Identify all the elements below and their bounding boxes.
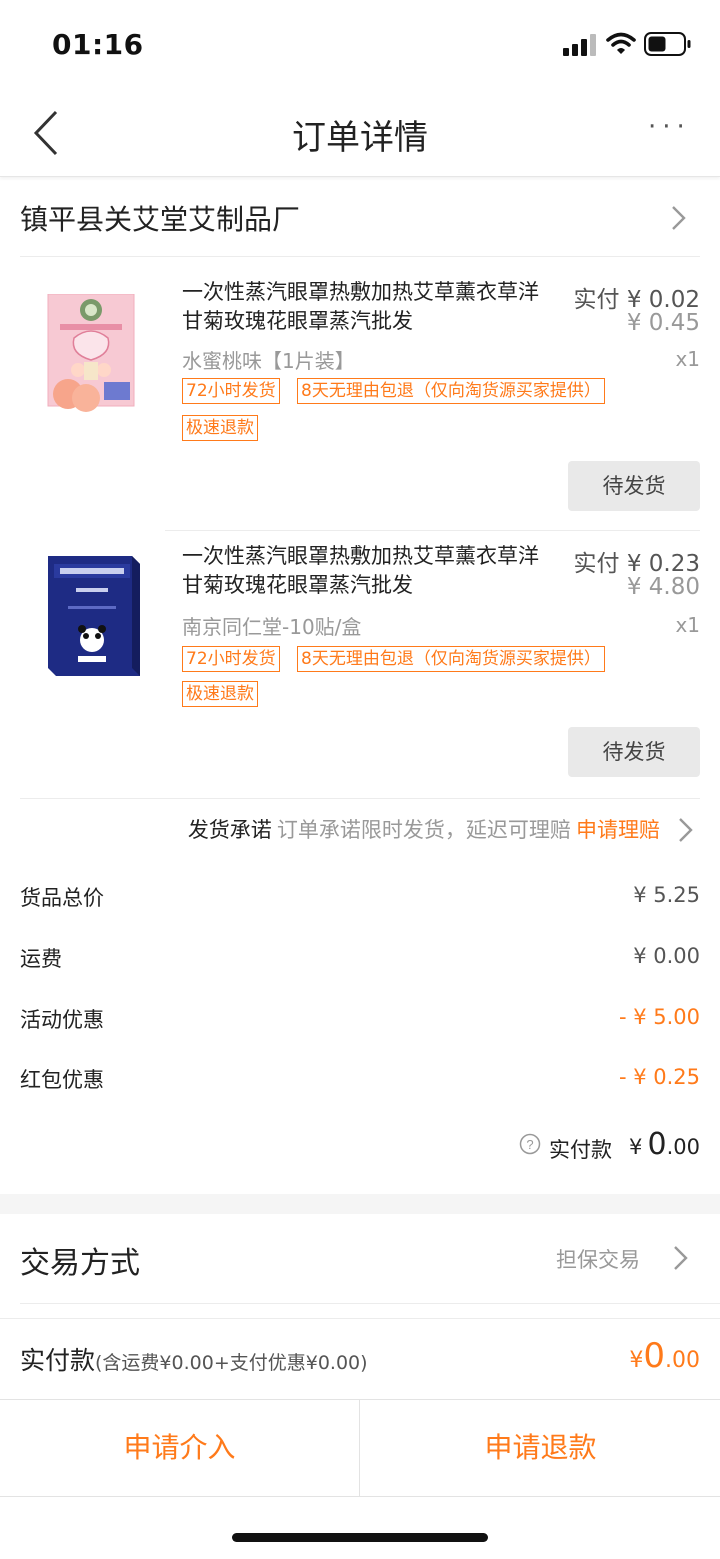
chevron-right-icon[interactable] — [675, 815, 695, 845]
paid-price: 实付 ¥ 0.23 — [560, 544, 700, 578]
transaction-method-value[interactable]: 担保交易 — [500, 1244, 640, 1274]
tag-8day-return: 8天无理由包退（仅向淘货源买家提供） — [297, 378, 605, 404]
promise-label: 发货承诺 — [187, 818, 272, 842]
original-price: ¥ 0.45 — [626, 310, 700, 336]
tag-72h-shipping: 72小时发货 — [182, 378, 280, 404]
apply-intervention-button[interactable]: 申请介入 — [0, 1400, 359, 1496]
divider — [359, 1400, 360, 1496]
fee-value-goods-total: ¥ 5.25 — [633, 883, 700, 907]
chevron-right-icon[interactable] — [670, 1243, 690, 1273]
fee-value-shipping: ¥ 0.00 — [633, 944, 700, 968]
product-item[interactable]: 一次性蒸汽眼罩热敷加热艾草薰衣草洋甘菊玫瑰花眼罩蒸汽批发 实付 ¥ 0.02 ¥… — [0, 256, 720, 530]
total-paid-value: ¥0.00 — [629, 1336, 700, 1376]
tag-fast-refund: 极速退款 — [182, 415, 258, 441]
apply-refund-button[interactable]: 申请退款 — [361, 1400, 720, 1496]
currency-symbol: ¥ — [629, 1348, 644, 1373]
shipping-promise-row[interactable]: 发货承诺 订单承诺限时发货，延迟可理赔 申请理赔 — [0, 814, 660, 844]
chevron-right-icon[interactable] — [668, 203, 688, 233]
total-detail: (含运费¥0.00+支付优惠¥0.00) — [95, 1352, 368, 1374]
divider — [0, 1496, 720, 1497]
total-paid-label: 实付款(含运费¥0.00+支付优惠¥0.00) — [20, 1341, 368, 1377]
fee-label-redpacket-discount: 红包优惠 — [20, 1068, 104, 1092]
paid-amount-label: 实付款 — [549, 1138, 612, 1162]
transaction-method-label: 交易方式 — [20, 1246, 140, 1281]
product-title[interactable]: 一次性蒸汽眼罩热敷加热艾草薰衣草洋甘菊玫瑰花眼罩蒸汽批发 — [182, 278, 557, 336]
home-indicator[interactable] — [232, 1533, 488, 1542]
currency-symbol: ¥ — [629, 1135, 643, 1159]
product-title[interactable]: 一次性蒸汽眼罩热敷加热艾草薰衣草洋甘菊玫瑰花眼罩蒸汽批发 — [182, 542, 557, 600]
paid-price: 实付 ¥ 0.02 — [560, 280, 700, 314]
product-item[interactable]: 一次性蒸汽眼罩热敷加热艾草薰衣草洋甘菊玫瑰花眼罩蒸汽批发 实付 ¥ 0.23 ¥… — [0, 530, 720, 798]
fee-label-goods-total: 货品总价 — [20, 886, 104, 910]
fee-value-activity-discount: - ¥ 5.00 — [618, 1005, 700, 1029]
original-price: ¥ 4.80 — [626, 574, 700, 600]
fee-label-shipping: 运费 — [20, 947, 62, 971]
cellular-signal-icon — [563, 34, 596, 56]
fee-value-redpacket-discount: - ¥ 0.25 — [618, 1065, 700, 1089]
product-spec: 南京同仁堂-10贴/盒 — [182, 615, 362, 639]
tag-8day-return: 8天无理由包退（仅向淘货源买家提供） — [297, 646, 605, 672]
product-image-peach-eye-mask[interactable] — [46, 294, 146, 424]
seller-name[interactable]: 镇平县关艾堂艾制品厂 — [20, 198, 300, 238]
divider — [0, 1318, 720, 1319]
wifi-icon — [606, 32, 636, 54]
status-pending-shipment-button[interactable]: 待发货 — [568, 461, 700, 511]
divider — [20, 1303, 720, 1304]
product-qty: x1 — [675, 347, 700, 371]
tag-72h-shipping: 72小时发货 — [182, 646, 280, 672]
total-int: 0 — [643, 1336, 665, 1376]
paid-amount-value: ¥ 0.00 — [629, 1127, 700, 1162]
total-label-text: 实付款 — [20, 1346, 96, 1375]
fee-label-activity-discount: 活动优惠 — [20, 1008, 104, 1032]
paid-int: 0 — [647, 1127, 667, 1162]
status-bar: 01:16 — [0, 0, 720, 90]
product-qty: x1 — [675, 613, 700, 637]
battery-icon — [644, 32, 691, 56]
help-question-icon[interactable]: ? — [519, 1133, 541, 1155]
page-title: 订单详情 — [292, 118, 428, 158]
product-image-tongrentang-eye-mask[interactable] — [42, 550, 146, 690]
more-menu-icon[interactable]: ··· — [648, 112, 691, 142]
status-pending-shipment-button[interactable]: 待发货 — [568, 727, 700, 777]
total-dec: .00 — [665, 1348, 700, 1373]
claim-link[interactable]: 申请理赔 — [576, 818, 660, 842]
tag-fast-refund: 极速退款 — [182, 681, 258, 707]
promise-text: 订单承诺限时发货，延迟可理赔 — [276, 818, 571, 842]
svg-text:?: ? — [526, 1137, 533, 1152]
product-spec: 水蜜桃味【1片装】 — [182, 349, 355, 373]
divider — [20, 798, 700, 799]
status-time: 01:16 — [52, 28, 144, 61]
paid-dec: .00 — [666, 1135, 700, 1159]
section-separator — [0, 1194, 720, 1214]
